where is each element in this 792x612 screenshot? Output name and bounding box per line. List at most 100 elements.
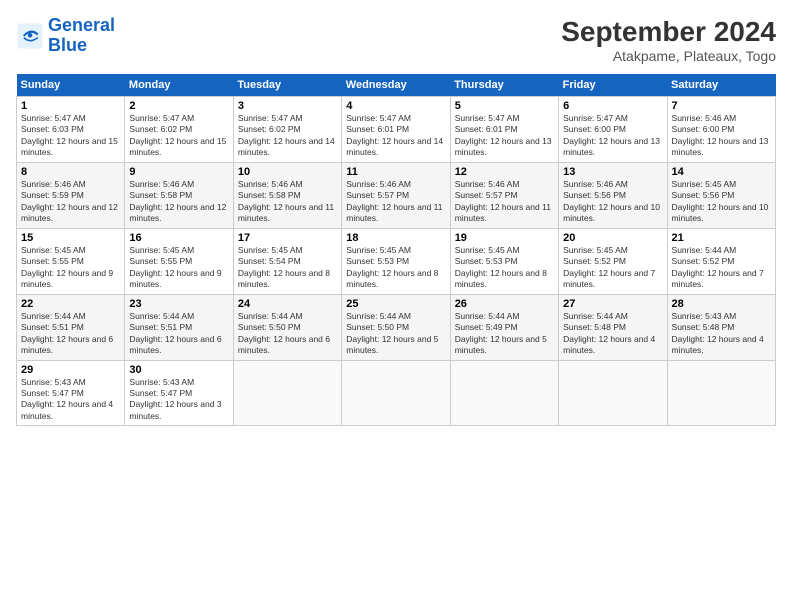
day-info: Sunrise: 5:46 AM Sunset: 5:58 PM Dayligh… — [129, 179, 228, 225]
day-number: 24 — [238, 298, 337, 310]
day-info: Sunrise: 5:47 AM Sunset: 6:00 PM Dayligh… — [563, 113, 662, 159]
day-number: 10 — [238, 166, 337, 178]
day-cell: 28 Sunrise: 5:43 AM Sunset: 5:48 PM Dayl… — [667, 294, 775, 360]
day-info: Sunrise: 5:44 AM Sunset: 5:48 PM Dayligh… — [563, 311, 662, 357]
day-cell: 22 Sunrise: 5:44 AM Sunset: 5:51 PM Dayl… — [17, 294, 125, 360]
day-number: 8 — [21, 166, 120, 178]
day-number: 21 — [672, 232, 771, 244]
day-info: Sunrise: 5:44 AM Sunset: 5:52 PM Dayligh… — [672, 245, 771, 291]
day-cell: 15 Sunrise: 5:45 AM Sunset: 5:55 PM Dayl… — [17, 228, 125, 294]
day-number: 20 — [563, 232, 662, 244]
day-cell — [450, 360, 558, 426]
day-number: 17 — [238, 232, 337, 244]
day-info: Sunrise: 5:45 AM Sunset: 5:56 PM Dayligh… — [672, 179, 771, 225]
day-number: 14 — [672, 166, 771, 178]
day-info: Sunrise: 5:47 AM Sunset: 6:01 PM Dayligh… — [455, 113, 554, 159]
day-number: 2 — [129, 100, 228, 112]
week-row-2: 8 Sunrise: 5:46 AM Sunset: 5:59 PM Dayli… — [17, 162, 776, 228]
day-number: 28 — [672, 298, 771, 310]
day-number: 18 — [346, 232, 445, 244]
day-number: 30 — [129, 364, 228, 376]
day-info: Sunrise: 5:44 AM Sunset: 5:49 PM Dayligh… — [455, 311, 554, 357]
day-info: Sunrise: 5:46 AM Sunset: 5:56 PM Dayligh… — [563, 179, 662, 225]
day-cell: 14 Sunrise: 5:45 AM Sunset: 5:56 PM Dayl… — [667, 162, 775, 228]
day-cell: 19 Sunrise: 5:45 AM Sunset: 5:53 PM Dayl… — [450, 228, 558, 294]
day-cell: 10 Sunrise: 5:46 AM Sunset: 5:58 PM Dayl… — [233, 162, 341, 228]
day-cell: 20 Sunrise: 5:45 AM Sunset: 5:52 PM Dayl… — [559, 228, 667, 294]
title-block: September 2024 Atakpame, Plateaux, Togo — [561, 16, 776, 64]
day-cell: 7 Sunrise: 5:46 AM Sunset: 6:00 PM Dayli… — [667, 97, 775, 163]
day-cell: 24 Sunrise: 5:44 AM Sunset: 5:50 PM Dayl… — [233, 294, 341, 360]
day-cell: 30 Sunrise: 5:43 AM Sunset: 5:47 PM Dayl… — [125, 360, 233, 426]
day-info: Sunrise: 5:45 AM Sunset: 5:52 PM Dayligh… — [563, 245, 662, 291]
calendar-table: SundayMondayTuesdayWednesdayThursdayFrid… — [16, 74, 776, 426]
header-thursday: Thursday — [450, 74, 558, 97]
day-number: 6 — [563, 100, 662, 112]
header-tuesday: Tuesday — [233, 74, 341, 97]
day-cell: 21 Sunrise: 5:44 AM Sunset: 5:52 PM Dayl… — [667, 228, 775, 294]
day-number: 27 — [563, 298, 662, 310]
day-info: Sunrise: 5:43 AM Sunset: 5:48 PM Dayligh… — [672, 311, 771, 357]
day-number: 25 — [346, 298, 445, 310]
calendar-title: September 2024 — [561, 16, 776, 48]
day-info: Sunrise: 5:47 AM Sunset: 6:02 PM Dayligh… — [238, 113, 337, 159]
day-cell: 11 Sunrise: 5:46 AM Sunset: 5:57 PM Dayl… — [342, 162, 450, 228]
day-number: 15 — [21, 232, 120, 244]
day-info: Sunrise: 5:45 AM Sunset: 5:54 PM Dayligh… — [238, 245, 337, 291]
day-cell — [233, 360, 341, 426]
day-info: Sunrise: 5:43 AM Sunset: 5:47 PM Dayligh… — [21, 377, 120, 423]
day-info: Sunrise: 5:46 AM Sunset: 5:57 PM Dayligh… — [455, 179, 554, 225]
day-cell: 1 Sunrise: 5:47 AM Sunset: 6:03 PM Dayli… — [17, 97, 125, 163]
day-cell: 2 Sunrise: 5:47 AM Sunset: 6:02 PM Dayli… — [125, 97, 233, 163]
day-number: 12 — [455, 166, 554, 178]
day-info: Sunrise: 5:44 AM Sunset: 5:50 PM Dayligh… — [346, 311, 445, 357]
day-info: Sunrise: 5:45 AM Sunset: 5:55 PM Dayligh… — [21, 245, 120, 291]
day-info: Sunrise: 5:45 AM Sunset: 5:53 PM Dayligh… — [455, 245, 554, 291]
day-cell — [342, 360, 450, 426]
day-info: Sunrise: 5:44 AM Sunset: 5:51 PM Dayligh… — [21, 311, 120, 357]
day-number: 9 — [129, 166, 228, 178]
page-header: General Blue September 2024 Atakpame, Pl… — [16, 16, 776, 64]
day-number: 5 — [455, 100, 554, 112]
day-cell — [559, 360, 667, 426]
day-info: Sunrise: 5:45 AM Sunset: 5:55 PM Dayligh… — [129, 245, 228, 291]
header-friday: Friday — [559, 74, 667, 97]
logo-icon — [16, 22, 44, 50]
week-row-3: 15 Sunrise: 5:45 AM Sunset: 5:55 PM Dayl… — [17, 228, 776, 294]
day-info: Sunrise: 5:43 AM Sunset: 5:47 PM Dayligh… — [129, 377, 228, 423]
day-number: 23 — [129, 298, 228, 310]
day-info: Sunrise: 5:46 AM Sunset: 5:57 PM Dayligh… — [346, 179, 445, 225]
week-row-4: 22 Sunrise: 5:44 AM Sunset: 5:51 PM Dayl… — [17, 294, 776, 360]
header-wednesday: Wednesday — [342, 74, 450, 97]
day-info: Sunrise: 5:46 AM Sunset: 5:59 PM Dayligh… — [21, 179, 120, 225]
day-number: 22 — [21, 298, 120, 310]
day-info: Sunrise: 5:46 AM Sunset: 6:00 PM Dayligh… — [672, 113, 771, 159]
day-number: 19 — [455, 232, 554, 244]
day-cell: 8 Sunrise: 5:46 AM Sunset: 5:59 PM Dayli… — [17, 162, 125, 228]
day-cell: 17 Sunrise: 5:45 AM Sunset: 5:54 PM Dayl… — [233, 228, 341, 294]
day-cell: 6 Sunrise: 5:47 AM Sunset: 6:00 PM Dayli… — [559, 97, 667, 163]
day-cell: 12 Sunrise: 5:46 AM Sunset: 5:57 PM Dayl… — [450, 162, 558, 228]
day-cell: 27 Sunrise: 5:44 AM Sunset: 5:48 PM Dayl… — [559, 294, 667, 360]
day-cell: 4 Sunrise: 5:47 AM Sunset: 6:01 PM Dayli… — [342, 97, 450, 163]
day-info: Sunrise: 5:47 AM Sunset: 6:01 PM Dayligh… — [346, 113, 445, 159]
calendar-header-row: SundayMondayTuesdayWednesdayThursdayFrid… — [17, 74, 776, 97]
day-cell: 16 Sunrise: 5:45 AM Sunset: 5:55 PM Dayl… — [125, 228, 233, 294]
day-number: 16 — [129, 232, 228, 244]
day-number: 1 — [21, 100, 120, 112]
day-number: 26 — [455, 298, 554, 310]
day-number: 29 — [21, 364, 120, 376]
day-cell: 3 Sunrise: 5:47 AM Sunset: 6:02 PM Dayli… — [233, 97, 341, 163]
logo: General Blue — [16, 16, 115, 56]
calendar-subtitle: Atakpame, Plateaux, Togo — [561, 48, 776, 64]
day-cell: 23 Sunrise: 5:44 AM Sunset: 5:51 PM Dayl… — [125, 294, 233, 360]
header-saturday: Saturday — [667, 74, 775, 97]
header-sunday: Sunday — [17, 74, 125, 97]
day-number: 7 — [672, 100, 771, 112]
day-cell: 29 Sunrise: 5:43 AM Sunset: 5:47 PM Dayl… — [17, 360, 125, 426]
day-cell: 13 Sunrise: 5:46 AM Sunset: 5:56 PM Dayl… — [559, 162, 667, 228]
day-number: 3 — [238, 100, 337, 112]
day-cell: 9 Sunrise: 5:46 AM Sunset: 5:58 PM Dayli… — [125, 162, 233, 228]
day-cell — [667, 360, 775, 426]
day-info: Sunrise: 5:45 AM Sunset: 5:53 PM Dayligh… — [346, 245, 445, 291]
